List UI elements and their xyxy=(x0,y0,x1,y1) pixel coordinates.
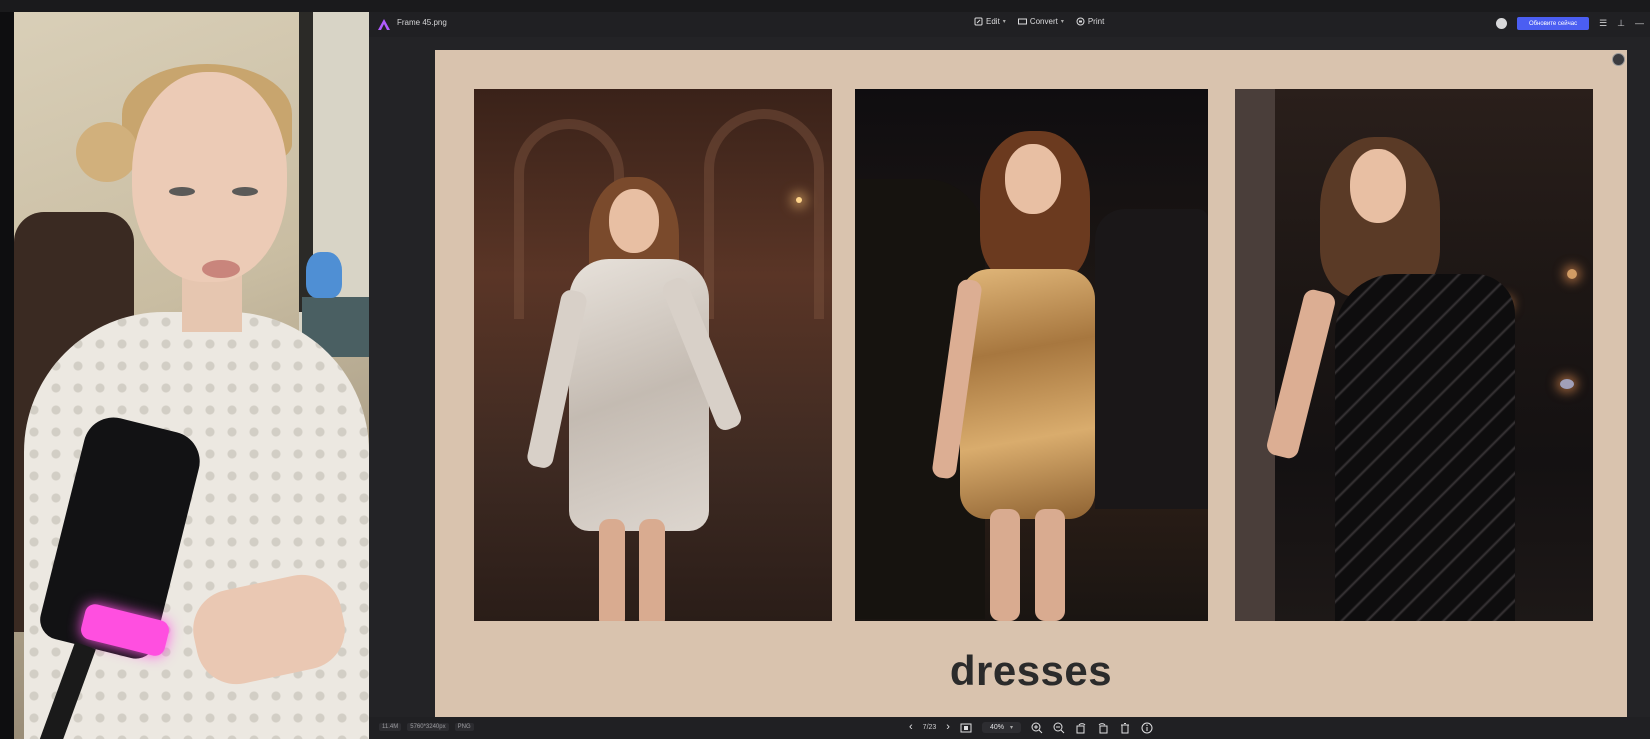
chevron-down-icon: ▾ xyxy=(1009,724,1013,731)
model-face xyxy=(609,189,659,253)
top-strip xyxy=(0,0,1650,12)
black-sequin-dress xyxy=(1335,274,1515,621)
info-icon[interactable] xyxy=(1141,721,1153,734)
streamer-eye-right xyxy=(232,187,258,196)
gold-dress xyxy=(960,269,1095,519)
edit-icon xyxy=(974,17,983,26)
convert-icon xyxy=(1017,17,1027,26)
zoom-in-icon[interactable] xyxy=(1031,721,1043,734)
model-leg xyxy=(990,509,1020,621)
convert-button[interactable]: Convert ▾ xyxy=(1017,17,1064,26)
model-arm xyxy=(1264,287,1338,461)
page-indicator: 7/23 xyxy=(922,723,937,731)
hamburger-icon[interactable]: ☰ xyxy=(1599,19,1607,28)
print-icon xyxy=(1076,17,1085,26)
avatar[interactable] xyxy=(1495,18,1507,29)
edit-label: Edit xyxy=(986,17,1000,26)
stitch-figurine xyxy=(306,252,342,298)
minimize-icon[interactable]: — xyxy=(1635,19,1644,28)
image-dimensions: 5760*3240px xyxy=(407,723,449,731)
file-format: PNG xyxy=(454,723,474,731)
edit-button[interactable]: Edit ▾ xyxy=(974,17,1006,26)
bokeh-light xyxy=(1567,269,1577,279)
print-label: Print xyxy=(1087,17,1105,26)
zoom-select[interactable]: 40% ▾ xyxy=(981,721,1021,733)
screen: Frame 45.png Edit ▾ Convert ▾ Print Обно… xyxy=(0,0,1650,739)
hair-bun xyxy=(76,122,138,182)
file-name: Frame 45.png xyxy=(397,18,447,27)
model-leg xyxy=(1035,509,1065,621)
bokeh-light xyxy=(1560,379,1574,389)
dress-photo-silver xyxy=(474,89,832,621)
street-light xyxy=(796,197,802,203)
trash-icon[interactable] xyxy=(1119,721,1131,734)
rotate-left-icon[interactable] xyxy=(1075,721,1087,734)
print-button[interactable]: Print xyxy=(1076,17,1104,26)
zoom-out-icon[interactable] xyxy=(1053,721,1065,734)
chevron-down-icon: ▾ xyxy=(1002,19,1006,25)
fit-screen-icon[interactable] xyxy=(960,721,972,733)
image-canvas: dresses xyxy=(435,50,1627,720)
streamer-eye-left xyxy=(169,187,195,196)
file-size: 11.4M xyxy=(379,723,402,731)
arch xyxy=(704,109,824,319)
file-meta: 11.4M 5760*3240px PNG xyxy=(379,723,474,731)
building-wall xyxy=(1235,89,1275,621)
dress-photo-gold xyxy=(855,89,1208,621)
top-toolbar: Edit ▾ Convert ▾ Print xyxy=(974,17,1104,26)
pin-icon[interactable]: ⊥ xyxy=(1617,19,1625,28)
chevron-down-icon: ▾ xyxy=(1060,19,1064,25)
model-face xyxy=(1005,144,1061,214)
navigation-controls: ‹ 7/23 › 40% ▾ xyxy=(909,720,1153,734)
chevron-left-icon[interactable]: ‹ xyxy=(909,720,913,734)
zoom-value: 40% xyxy=(989,723,1004,731)
model-face xyxy=(1350,149,1406,223)
model-leg xyxy=(599,519,625,621)
fullscreen-icon[interactable] xyxy=(1612,53,1625,66)
streamer-face xyxy=(132,72,287,282)
chevron-right-icon[interactable]: › xyxy=(946,720,950,734)
convert-label: Convert xyxy=(1029,17,1058,26)
image-viewer-window: Frame 45.png Edit ▾ Convert ▾ Print Обно… xyxy=(369,12,1650,739)
status-bar: 11.4M 5760*3240px PNG ‹ 7/23 › 40% ▾ xyxy=(369,717,1650,739)
black-jacket xyxy=(1095,209,1208,509)
model-leg xyxy=(639,519,665,621)
slide-caption: dresses xyxy=(949,647,1113,694)
streamer-lips xyxy=(202,260,240,278)
update-now-button[interactable]: Обновите сейчас xyxy=(1516,17,1590,30)
window-controls: Обновите сейчас ☰ ⊥ — xyxy=(1495,17,1644,30)
canvas-area: dresses xyxy=(369,37,1650,720)
dress-photo-black xyxy=(1235,89,1593,621)
app-logo-icon xyxy=(377,18,391,31)
webcam-feed xyxy=(14,12,369,739)
rotate-right-icon[interactable] xyxy=(1097,721,1109,734)
title-bar: Frame 45.png Edit ▾ Convert ▾ Print Обно… xyxy=(369,12,1650,37)
